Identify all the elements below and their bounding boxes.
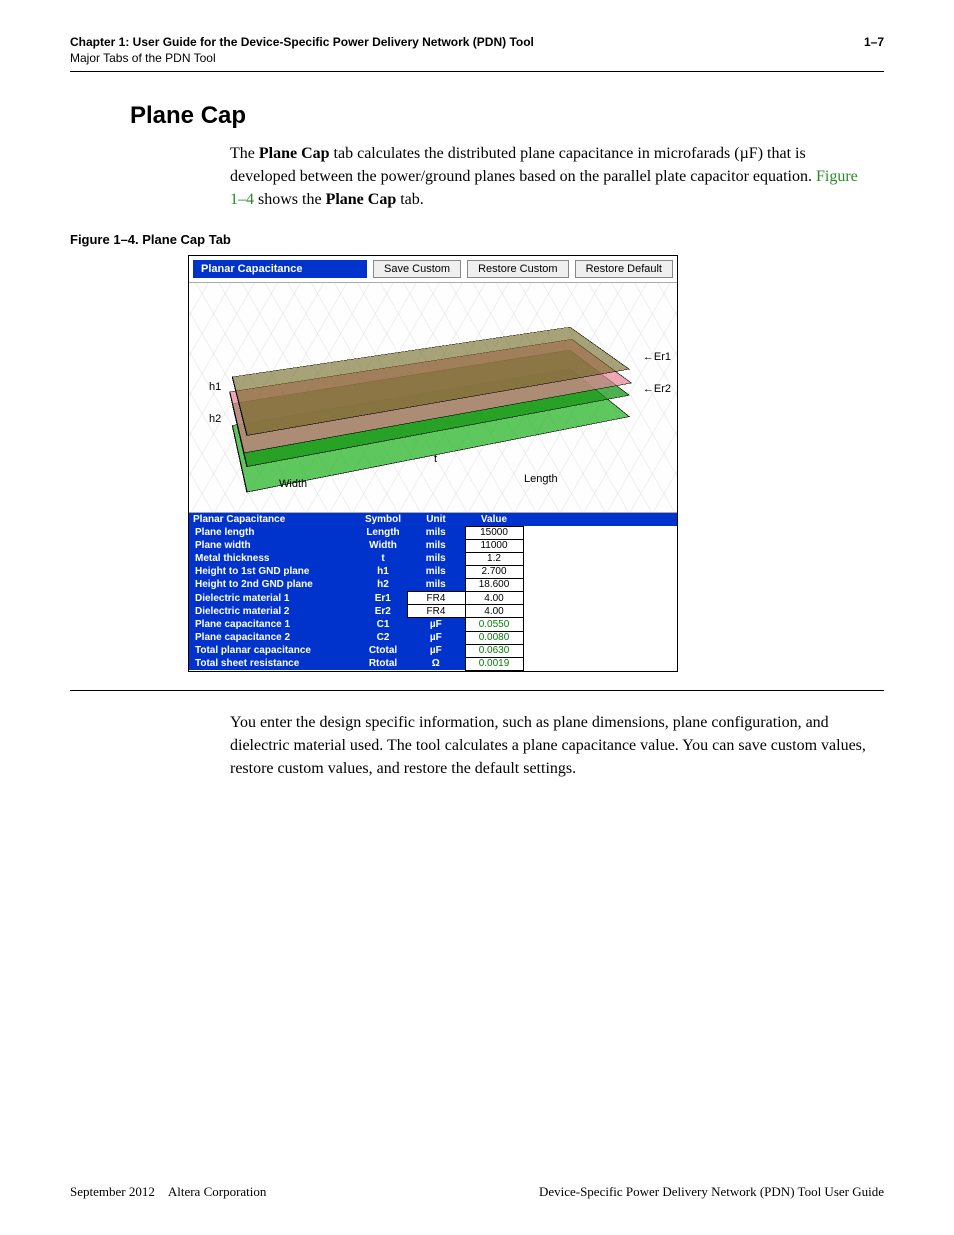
row-symbol: C1 (359, 618, 407, 632)
table-row: Plane lengthLengthmils15000 (189, 526, 677, 539)
figure-caption: Figure 1–4. Plane Cap Tab (70, 232, 884, 247)
figure-screenshot: Planar Capacitance Save Custom Restore C… (188, 255, 678, 672)
table-row: Plane capacitance 2C2µF0.0080 (189, 631, 677, 644)
row-value: 0.0080 (465, 631, 523, 644)
row-label: Plane length (189, 526, 359, 539)
row-label: Plane width (189, 539, 359, 552)
label-er2: ←Er2 (643, 383, 671, 395)
row-symbol: h1 (359, 565, 407, 578)
table-row: Height to 2nd GND planeh2mils18.600 (189, 578, 677, 592)
row-value[interactable]: 11000 (465, 539, 523, 552)
section-heading: Plane Cap (130, 102, 884, 130)
label-width: Width (279, 478, 307, 490)
row-symbol: Er2 (359, 605, 407, 618)
table-row: Height to 1st GND planeh1mils2.700 (189, 565, 677, 578)
th-unit: Unit (407, 513, 465, 527)
footer-right: Device-Specific Power Delivery Network (… (539, 1184, 884, 1200)
row-unit[interactable]: FR4 (407, 605, 465, 618)
row-unit[interactable]: FR4 (407, 592, 465, 605)
label-h2: h2 (209, 413, 221, 425)
row-value[interactable]: 4.00 (465, 605, 523, 618)
row-symbol: Width (359, 539, 407, 552)
plane-diagram: h1 h2 Width Length t ←Er1 ←Er2 (189, 283, 677, 513)
row-unit: mils (407, 539, 465, 552)
row-symbol: Length (359, 526, 407, 539)
row-value: 0.0550 (465, 618, 523, 632)
row-unit: Ω (407, 657, 465, 670)
row-value[interactable]: 2.700 (465, 565, 523, 578)
table-row: Metal thicknesstmils1.2 (189, 552, 677, 565)
row-label: Total planar capacitance (189, 644, 359, 657)
row-value[interactable]: 1.2 (465, 552, 523, 565)
chapter-title: Chapter 1: User Guide for the Device-Spe… (70, 35, 534, 49)
table-row: Dielectric material 2Er2FR44.00 (189, 605, 677, 618)
row-label: Plane capacitance 1 (189, 618, 359, 632)
header-subtitle: Major Tabs of the PDN Tool (70, 51, 534, 65)
parameter-table: Planar Capacitance Symbol Unit Value Pla… (189, 513, 677, 671)
table-row: Plane widthWidthmils11000 (189, 539, 677, 552)
intro-paragraph: The Plane Cap tab calculates the distrib… (230, 142, 874, 212)
label-h1: h1 (209, 381, 221, 393)
table-row: Total sheet resistanceRtotalΩ0.0019 (189, 657, 677, 670)
row-unit: mils (407, 578, 465, 592)
label-er1: ←Er1 (643, 351, 671, 363)
row-label: Total sheet resistance (189, 657, 359, 670)
th-symbol: Symbol (359, 513, 407, 527)
table-row: Dielectric material 1Er1FR44.00 (189, 592, 677, 605)
divider (70, 690, 884, 691)
description-paragraph: You enter the design specific informatio… (230, 711, 874, 781)
row-value[interactable]: 4.00 (465, 592, 523, 605)
row-symbol: t (359, 552, 407, 565)
row-unit: µF (407, 631, 465, 644)
row-label: Height to 2nd GND plane (189, 578, 359, 592)
row-unit: mils (407, 565, 465, 578)
row-symbol: Rtotal (359, 657, 407, 670)
restore-custom-button[interactable]: Restore Custom (467, 260, 568, 278)
footer-left: September 2012 Altera Corporation (70, 1184, 266, 1200)
row-unit: µF (407, 644, 465, 657)
th-name: Planar Capacitance (189, 513, 359, 527)
row-value: 0.0019 (465, 657, 523, 670)
row-unit: µF (407, 618, 465, 632)
row-symbol: C2 (359, 631, 407, 644)
row-label: Height to 1st GND plane (189, 565, 359, 578)
page-number: 1–7 (864, 35, 884, 65)
row-unit: mils (407, 552, 465, 565)
label-length: Length (524, 473, 558, 485)
row-value[interactable]: 18.600 (465, 578, 523, 592)
table-row: Total planar capacitanceCtotalµF0.0630 (189, 644, 677, 657)
restore-default-button[interactable]: Restore Default (575, 260, 673, 278)
row-value[interactable]: 15000 (465, 526, 523, 539)
table-row: Plane capacitance 1C1µF0.0550 (189, 618, 677, 632)
page-footer: September 2012 Altera Corporation Device… (70, 1184, 884, 1200)
page-header: Chapter 1: User Guide for the Device-Spe… (70, 35, 884, 72)
row-unit: mils (407, 526, 465, 539)
row-label: Metal thickness (189, 552, 359, 565)
label-t: t (434, 453, 437, 465)
row-label: Plane capacitance 2 (189, 631, 359, 644)
row-symbol: Ctotal (359, 644, 407, 657)
row-symbol: Er1 (359, 592, 407, 605)
row-label: Dielectric material 2 (189, 605, 359, 618)
save-custom-button[interactable]: Save Custom (373, 260, 461, 278)
row-value: 0.0630 (465, 644, 523, 657)
panel-title: Planar Capacitance (193, 260, 367, 278)
row-label: Dielectric material 1 (189, 592, 359, 605)
row-symbol: h2 (359, 578, 407, 592)
th-value: Value (465, 513, 523, 527)
